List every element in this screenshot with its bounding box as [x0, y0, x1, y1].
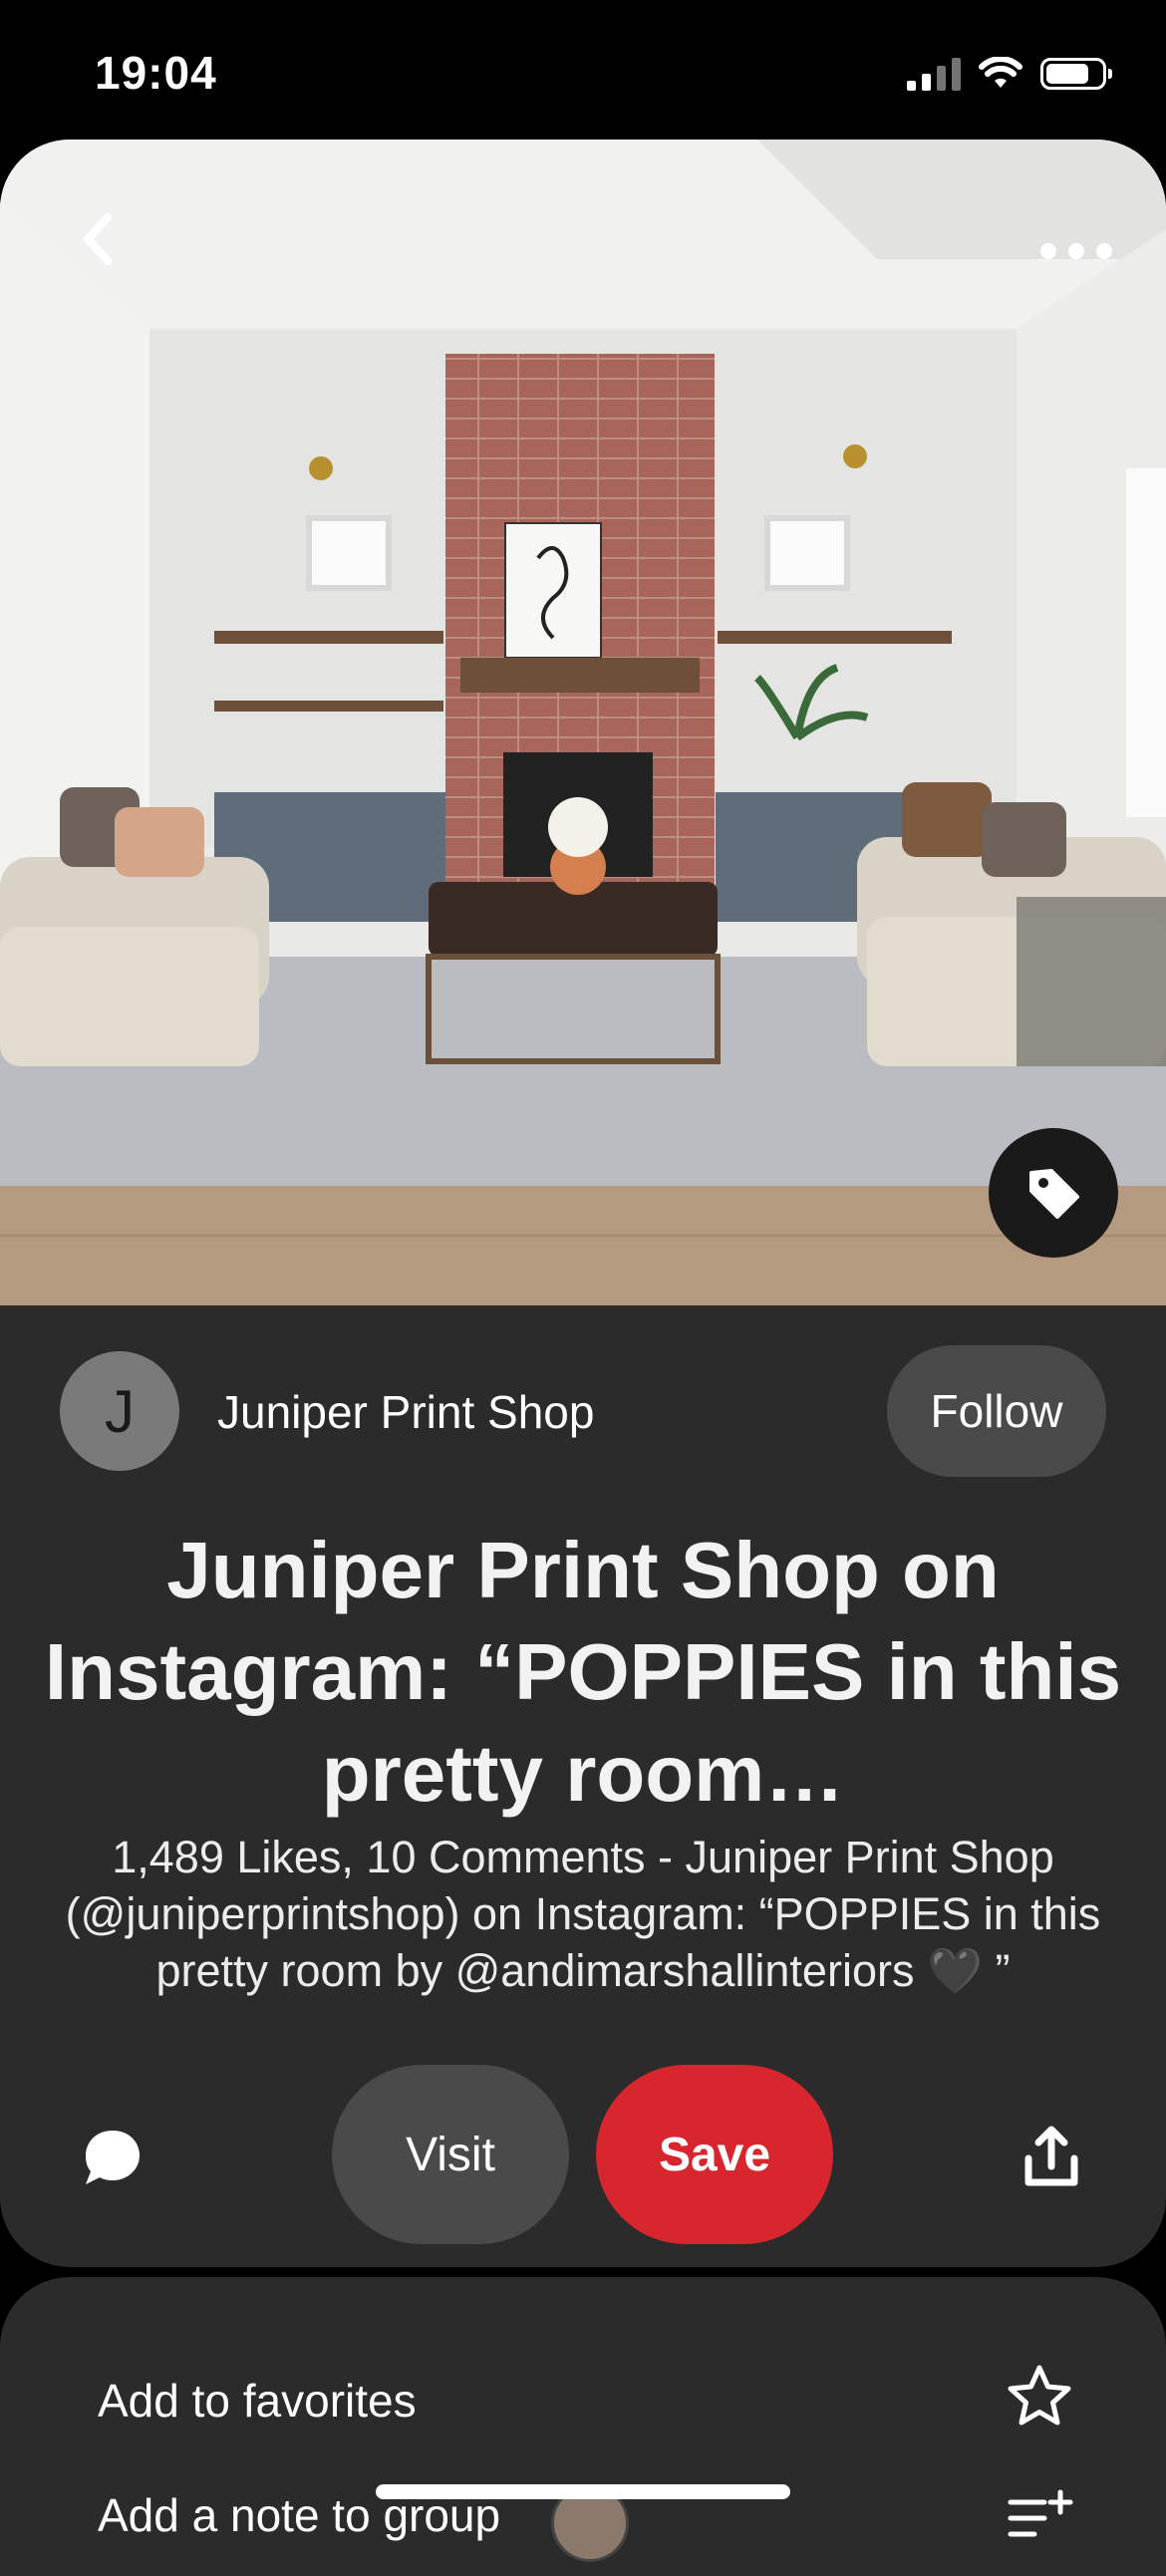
list-add-icon[interactable]	[1005, 2486, 1074, 2546]
battery-icon	[1040, 58, 1112, 90]
home-indicator	[376, 2484, 790, 2499]
more-icon	[1040, 243, 1112, 259]
back-button[interactable]	[70, 209, 130, 269]
creator-name[interactable]: Juniper Print Shop	[217, 1385, 594, 1439]
back-icon	[84, 213, 112, 265]
pin-image[interactable]	[0, 140, 1166, 1305]
creator-avatar[interactable]: J	[60, 1351, 179, 1471]
signal-icon	[907, 57, 961, 91]
status-bar: 19:04	[0, 0, 1166, 140]
status-icons	[907, 54, 1112, 94]
share-icon	[1024, 2126, 1078, 2186]
visit-button[interactable]: Visit	[332, 2065, 569, 2244]
wifi-icon	[979, 57, 1022, 88]
pin-description: 1,489 Likes, 10 Comments - Juniper Print…	[65, 1832, 1101, 1996]
shop-tag-button[interactable]	[989, 1128, 1118, 1258]
creator-row: J Juniper Print Shop Follow	[60, 1345, 1106, 1477]
add-to-favorites-label: Add to favorites	[98, 2375, 417, 2427]
save-button[interactable]: Save	[596, 2065, 833, 2244]
more-options-button[interactable]	[1036, 231, 1116, 271]
tag-icon	[1029, 1169, 1079, 1219]
pin-card: J Juniper Print Shop Follow Juniper Prin…	[0, 140, 1166, 2267]
living-room-photo	[0, 140, 1166, 1305]
comment-button[interactable]	[78, 2123, 147, 2192]
status-time: 19:04	[95, 47, 217, 99]
bottom-sheet: Add to favorites Add a note to group	[0, 2277, 1166, 2576]
pin-title: Juniper Print Shop on Instagram: “POPPIE…	[44, 1526, 1122, 1818]
pin-actions: Visit Save	[0, 2065, 1166, 2244]
comment-icon	[86, 2131, 140, 2184]
star-icon[interactable]	[1005, 2362, 1074, 2432]
follow-button[interactable]: Follow	[887, 1345, 1106, 1477]
add-to-favorites-row[interactable]: Add to favorites	[98, 2362, 1074, 2441]
share-button[interactable]	[1017, 2123, 1086, 2192]
